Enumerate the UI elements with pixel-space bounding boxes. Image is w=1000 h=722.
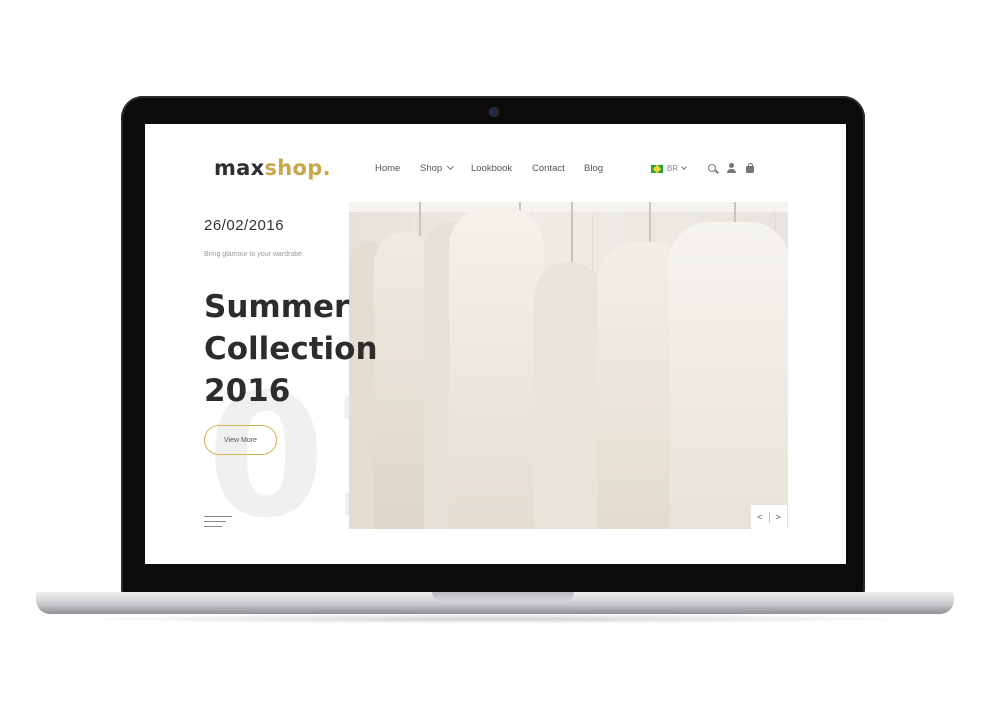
prev-slide-button[interactable]: <: [757, 512, 762, 522]
nav-lookbook[interactable]: Lookbook: [471, 163, 512, 174]
menu-icon[interactable]: [204, 516, 232, 531]
view-more-button[interactable]: View More: [204, 425, 277, 455]
headline-line-2: Collection: [204, 331, 378, 367]
nav-home[interactable]: Home: [375, 163, 400, 174]
camera: [490, 108, 498, 116]
nav-contact[interactable]: Contact: [532, 163, 565, 174]
nav-shop[interactable]: Shop: [420, 162, 455, 174]
headline-line-1: Summer: [204, 289, 350, 325]
laptop-shadow: [60, 614, 930, 624]
flag-icon[interactable]: [651, 165, 663, 173]
user-icon[interactable]: [727, 163, 736, 174]
language-selector[interactable]: BR: [667, 164, 688, 173]
logo-part-1: max: [214, 156, 265, 180]
nav-shop-label: Shop: [420, 163, 443, 174]
chevron-down-icon: [447, 162, 455, 171]
hero-date: 26/02/2016: [204, 217, 285, 234]
hero-image: [349, 202, 788, 529]
hero-tagline: Bring glamour to your wardrobe: [204, 251, 303, 258]
search-icon[interactable]: [708, 164, 716, 172]
screen: maxshop. Home Shop Lookbook Contact Blog…: [145, 124, 846, 564]
language-label: BR: [667, 164, 679, 173]
bag-icon[interactable]: [746, 163, 754, 173]
hero-headline: Summer Collection 2016: [204, 286, 378, 412]
nav-blog[interactable]: Blog: [584, 163, 603, 174]
logo-part-2: shop.: [264, 156, 331, 180]
headline-line-3: 2016: [204, 373, 291, 409]
laptop-notch: [432, 592, 574, 602]
site-logo[interactable]: maxshop.: [214, 156, 331, 180]
chevron-down-icon: [681, 164, 688, 170]
pager-divider: [768, 512, 770, 522]
slider-pager: < >: [751, 505, 787, 529]
next-slide-button[interactable]: >: [776, 512, 781, 522]
